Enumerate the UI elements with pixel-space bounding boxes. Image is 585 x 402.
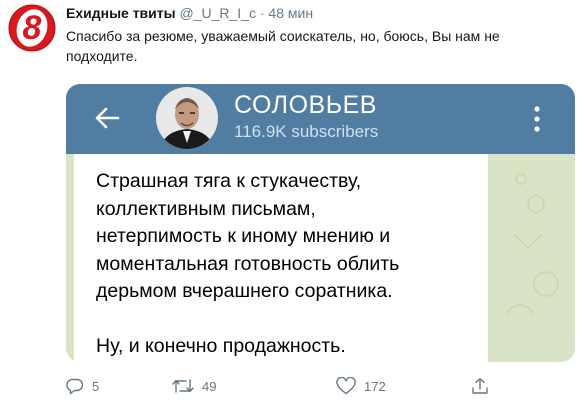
author-handle[interactable]: @_U_R_I_c [179, 5, 255, 21]
logo-digit: 8 [23, 9, 42, 47]
retweet-button[interactable]: 49 [172, 374, 216, 398]
channel-header: СОЛОВЬЕВ 116.9K subscribers [66, 84, 575, 154]
share-icon [472, 378, 488, 394]
author-name[interactable]: Ехидные твиты [66, 5, 176, 21]
message-text: Страшная тяга к стукачеству, коллективны… [96, 170, 400, 357]
back-arrow-icon[interactable] [94, 105, 120, 131]
reply-icon [66, 378, 84, 395]
tweet-header: Ехидные твиты @_U_R_I_c · 48 мин [66, 4, 313, 23]
heart-icon [336, 377, 356, 395]
avatar[interactable]: 8 [8, 4, 56, 52]
retweet-count: 49 [202, 378, 217, 394]
tweet-text: Спасибо за резюме, уважаемый соискатель,… [66, 28, 500, 64]
channel-photo [156, 87, 218, 149]
share-button[interactable] [471, 374, 489, 398]
tweet-media[interactable]: СОЛОВЬЕВ 116.9K subscribers Страшная тяг… [66, 84, 575, 362]
channel-name: СОЛОВЬЕВ [234, 91, 377, 119]
message-bubble: Страшная тяга к стукачеству, коллективны… [74, 154, 488, 362]
subscriber-count: 116.9K subscribers [234, 122, 379, 141]
tweet-actions: 5 49 172 [66, 374, 496, 398]
like-count: 172 [364, 378, 386, 394]
like-button[interactable]: 172 [336, 374, 386, 398]
tweet-time[interactable]: 48 мин [268, 5, 313, 21]
separator-dot: · [259, 5, 265, 21]
retweet-icon [172, 379, 194, 393]
more-vertical-icon[interactable] [532, 104, 542, 134]
channel-avatar[interactable] [156, 87, 218, 149]
reply-count: 5 [92, 378, 100, 394]
reply-button[interactable]: 5 [66, 374, 99, 398]
red-number-8-logo-icon: 8 [8, 4, 56, 52]
